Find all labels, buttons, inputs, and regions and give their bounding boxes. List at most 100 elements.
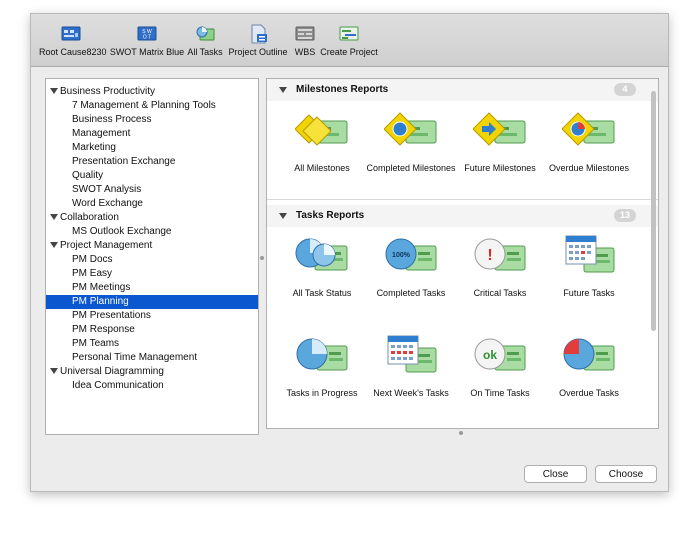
tile-completed-tasks[interactable]: 100% Completed Tasks xyxy=(366,234,456,299)
tile-critical-tasks[interactable]: ! Critical Tasks xyxy=(455,234,545,299)
tree-item[interactable]: PM Teams xyxy=(46,337,258,351)
tile-overdue-milestones[interactable]: Overdue Milestones xyxy=(544,109,634,174)
tree-item[interactable]: Quality xyxy=(46,169,258,183)
tree-item[interactable]: Business Process xyxy=(46,113,258,127)
section-title: Milestones Reports xyxy=(296,84,389,95)
tile-tasks-in-progress[interactable]: Tasks in Progress xyxy=(277,334,367,399)
disclosure-triangle-icon[interactable] xyxy=(50,242,58,248)
toolbar-project-outline[interactable]: Project Outline xyxy=(228,24,288,57)
horizontal-splitter-handle[interactable] xyxy=(459,431,463,435)
svg-text:O T: O T xyxy=(143,35,151,41)
tree-item-label: PM Easy xyxy=(72,268,113,279)
tree-item-label: Presentation Exchange xyxy=(72,156,176,167)
tree-item-label: PM Planning xyxy=(72,296,129,307)
overdue-milestones-icon xyxy=(562,112,615,146)
tree-item[interactable]: PM Presentations xyxy=(46,309,258,323)
project-outline-icon xyxy=(251,24,267,44)
future-tasks-icon xyxy=(565,235,615,273)
on-time-tasks-icon: ok xyxy=(474,338,526,371)
tasks-section-header[interactable]: Tasks Reports 13 xyxy=(267,205,658,227)
tree-group[interactable]: Collaboration xyxy=(46,211,258,225)
tile-future-tasks[interactable]: Future Tasks xyxy=(544,234,634,299)
tree-item-label: Marketing xyxy=(72,142,116,153)
wbs-icon xyxy=(295,26,315,41)
tile-label: Critical Tasks xyxy=(473,288,527,298)
tree-item[interactable]: Management xyxy=(46,127,258,141)
tree-item[interactable]: PM Response xyxy=(46,323,258,337)
toolbar-root-cause[interactable]: Root Cause8230 xyxy=(39,24,107,57)
vertical-splitter-handle[interactable] xyxy=(260,256,264,260)
all-milestones-icon xyxy=(295,114,348,146)
tile-completed-milestones[interactable]: Completed Milestones xyxy=(366,109,456,174)
badge-text: ! xyxy=(487,247,492,264)
tile-label: Future Tasks xyxy=(563,288,615,298)
all-task-status-icon xyxy=(295,238,348,271)
tree-item[interactable]: Personal Time Management xyxy=(46,351,258,365)
tree-item-label: PM Meetings xyxy=(72,282,131,293)
badge-text: ok xyxy=(483,348,497,362)
toolbar-swot-matrix[interactable]: S W O T SWOT Matrix Blue xyxy=(109,24,185,57)
swot-matrix-icon: S W O T xyxy=(137,26,157,41)
all-tasks-icon xyxy=(196,26,215,41)
tree-item[interactable]: Marketing xyxy=(46,141,258,155)
tile-label: Completed Tasks xyxy=(376,288,446,298)
tree-item[interactable]: SWOT Analysis xyxy=(46,183,258,197)
disclosure-triangle-icon[interactable] xyxy=(50,88,58,94)
future-milestones-icon xyxy=(473,112,526,146)
toolbar-label: Root Cause8230 xyxy=(39,47,107,57)
collapse-triangle-icon[interactable] xyxy=(279,213,287,219)
tree-item-label: Personal Time Management xyxy=(72,352,198,363)
tile-label: Next Week's Tasks xyxy=(373,388,449,398)
section-title: Tasks Reports xyxy=(296,210,365,221)
tile-on-time-tasks[interactable]: ok On Time Tasks xyxy=(455,334,545,399)
tree-group[interactable]: Project Management xyxy=(46,239,258,253)
templates-panel: Milestones Reports 4 All Milestones Comp… xyxy=(266,78,659,429)
tree-group[interactable]: Business Productivity xyxy=(46,85,258,99)
tree-item[interactable]: MS Outlook Exchange xyxy=(46,225,258,239)
milestones-count-badge: 4 xyxy=(614,83,636,96)
toolbar-all-tasks[interactable]: All Tasks xyxy=(186,24,224,57)
tree-item-label: MS Outlook Exchange xyxy=(72,226,172,237)
choose-button[interactable]: Choose xyxy=(595,465,657,483)
toolbar-label: Project Outline xyxy=(228,47,288,57)
completed-milestones-icon xyxy=(384,112,437,146)
tree-item[interactable]: Word Exchange xyxy=(46,197,258,211)
create-project-icon xyxy=(339,26,359,41)
collapse-triangle-icon[interactable] xyxy=(279,87,287,93)
tile-all-task-status[interactable]: All Task Status xyxy=(277,234,367,299)
tile-overdue-tasks[interactable]: Overdue Tasks xyxy=(544,334,634,399)
tree-item[interactable]: 7 Management & Planning Tools xyxy=(46,99,258,113)
toolbar: Root Cause8230 S W O T SWOT Matrix Blue … xyxy=(31,14,668,67)
vertical-scrollbar[interactable] xyxy=(651,91,656,331)
tree-group[interactable]: Universal Diagramming xyxy=(46,365,258,379)
tree-item-label: Project Management xyxy=(60,240,153,251)
toolbar-create-project[interactable]: Create Project xyxy=(320,24,378,57)
close-button[interactable]: Close xyxy=(524,465,587,483)
tree-item-label: Business Productivity xyxy=(60,86,156,97)
tree-item[interactable]: Presentation Exchange xyxy=(46,155,258,169)
tree-item-label: Business Process xyxy=(72,114,152,125)
disclosure-triangle-icon[interactable] xyxy=(50,214,58,220)
tree-item-label: PM Docs xyxy=(72,254,113,265)
tree-item-label: PM Response xyxy=(72,324,135,335)
tile-all-milestones[interactable]: All Milestones xyxy=(277,109,367,174)
tree-item[interactable]: PM Meetings xyxy=(46,281,258,295)
tree-item[interactable]: PM Planning xyxy=(46,295,258,309)
disclosure-triangle-icon[interactable] xyxy=(50,368,58,374)
tree-item[interactable]: PM Docs xyxy=(46,253,258,267)
toolbar-label: All Tasks xyxy=(187,47,223,57)
tile-next-weeks-tasks[interactable]: Next Week's Tasks xyxy=(366,334,456,399)
toolbar-wbs[interactable]: WBS xyxy=(292,24,318,57)
tile-label: Tasks in Progress xyxy=(286,388,358,398)
toolbar-label: WBS xyxy=(294,47,316,57)
tree-item-label: SWOT Analysis xyxy=(72,184,142,195)
tree-item[interactable]: PM Easy xyxy=(46,267,258,281)
tree-item-label: Word Exchange xyxy=(72,198,143,209)
tasks-count-badge: 13 xyxy=(614,209,636,222)
tile-future-milestones[interactable]: Future Milestones xyxy=(455,109,545,174)
tree-item-label: Collaboration xyxy=(60,212,119,223)
milestones-section-header[interactable]: Milestones Reports 4 xyxy=(267,79,658,101)
completed-tasks-icon: 100% xyxy=(385,238,437,271)
section-divider xyxy=(267,199,658,200)
tree-item[interactable]: Idea Communication xyxy=(46,379,258,393)
